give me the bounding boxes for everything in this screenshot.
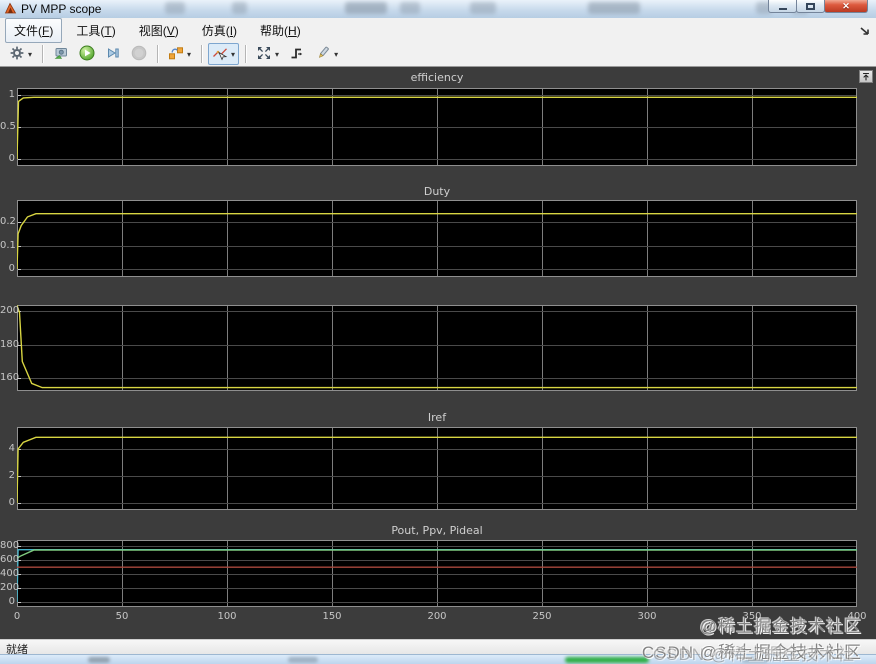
plot-5-ytick-label: 0 [8, 596, 15, 608]
toolbar: ▾ ▾ ▾ ▾ ▾ [0, 42, 876, 67]
plot-canvas-3[interactable] [17, 305, 857, 391]
plot-1-ytick-label: 0.5 [0, 121, 16, 132]
scope-app-icon [4, 2, 17, 15]
stop-button[interactable] [127, 43, 151, 65]
plot-1-ytick-label: 0 [8, 152, 15, 164]
plot-5-ytick-label: 200 [0, 582, 20, 594]
simulink-snapshot-button[interactable] [49, 43, 73, 65]
dock-arrow-icon[interactable] [859, 24, 871, 36]
plot-canvas-1[interactable] [17, 88, 857, 166]
plot-5-xtick-label: 100 [217, 611, 237, 622]
toolbar-separator [157, 45, 159, 63]
maximize-button[interactable] [796, 0, 825, 13]
plot-4-ytick-label: 4 [8, 442, 15, 454]
plot-2-ytick-label: 0.2 [0, 216, 16, 228]
plot-1-ytick-label: 1 [8, 89, 15, 101]
plot-5-xtick-label: 200 [427, 611, 447, 622]
maximize-icon [806, 2, 815, 10]
taskbar-progress-blob [565, 657, 649, 663]
toolbar-separator [42, 45, 44, 63]
step-forward-button[interactable] [101, 43, 125, 65]
close-button[interactable]: ✕ [824, 0, 868, 13]
dropdown-caret-icon: ▾ [231, 49, 236, 59]
snapshot-icon [53, 45, 69, 64]
toolbar-separator [201, 45, 203, 63]
plot-5-xtick-label: 350 [742, 611, 762, 622]
menubar: 文件(F) 工具(T) 视图(V) 仿真(I) 帮助(H) [0, 17, 876, 43]
scope-area: efficiency 0 0.5 1 Duty 0 0.1 0.2 160 180 200 Iref 0… [0, 67, 876, 639]
taskbar-blob [742, 657, 768, 663]
plot-5-xtick-label: 150 [322, 611, 342, 622]
menu-item-help[interactable]: 帮助(H) [251, 18, 310, 43]
dropdown-caret-icon: ▾ [275, 49, 280, 59]
plot-canvas-5[interactable] [17, 540, 857, 607]
background-blur-blob [232, 2, 247, 14]
gear-icon [9, 45, 25, 64]
plot-5-xtick-label: 50 [115, 611, 129, 622]
cursor-icon [212, 45, 228, 64]
close-icon: ✕ [842, 0, 850, 11]
plot-5-xtick-label: 0 [13, 611, 21, 622]
plot-3-ytick-label: 160 [0, 372, 20, 384]
plot-canvas-4[interactable] [17, 427, 857, 510]
pen-icon [315, 45, 331, 64]
menu-item-file[interactable]: 文件(F) [5, 17, 63, 43]
run-button[interactable] [75, 43, 99, 65]
trigger-icon [289, 45, 305, 64]
plot-2-ytick-label: 0 [8, 263, 15, 275]
taskbar-strip[interactable] [0, 654, 876, 664]
stop-icon [131, 45, 147, 64]
dock-scope-button[interactable] [859, 70, 873, 83]
plot-5-xtick-label: 300 [637, 611, 657, 622]
plot-2-title: Duty [423, 185, 451, 198]
dropdown-caret-icon: ▾ [334, 49, 339, 59]
plot-5-xtick-label: 250 [532, 611, 552, 622]
toolbar-separator [245, 45, 247, 63]
plot-3-ytick-label: 200 [0, 304, 20, 316]
plot-5-title: Pout, Ppv, Pideal [391, 524, 483, 537]
step-forward-icon [105, 45, 121, 64]
scope-window: PV MPP scope ✕ 文件(F) 工具(T) 视图(V) 仿真(I) 帮助(H)… [0, 0, 876, 664]
taskbar-blob [288, 657, 318, 663]
plot-5-ytick-label: 800 [0, 540, 20, 552]
taskbar-blob [88, 657, 110, 663]
window-title: PV MPP scope [21, 2, 102, 16]
fit-icon [256, 45, 272, 64]
configuration-properties-button[interactable]: ▾ [5, 43, 36, 65]
stepping-icon [168, 45, 184, 64]
dropdown-caret-icon: ▾ [28, 49, 33, 59]
background-blur-blob [400, 2, 420, 14]
plot-1-title: efficiency [410, 71, 464, 84]
plot-5-ytick-label: 600 [0, 554, 20, 566]
plot-2-ytick-label: 0.1 [0, 239, 16, 251]
highlight-button[interactable]: ▾ [311, 43, 342, 65]
span-x-axis-button[interactable]: ▾ [252, 43, 283, 65]
cursor-measurements-button[interactable]: ▾ [208, 43, 240, 65]
background-blur-blob [588, 2, 640, 14]
plot-canvas-2[interactable] [17, 200, 857, 277]
plot-5-ytick-label: 400 [0, 568, 20, 580]
background-blur-blob [470, 2, 496, 14]
menu-item-tools[interactable]: 工具(T) [67, 18, 124, 43]
minimize-icon [778, 7, 787, 10]
plot-4-ytick-label: 0 [8, 496, 15, 508]
window-controls: ✕ [768, 0, 868, 13]
titlebar: PV MPP scope ✕ [0, 0, 876, 18]
plot-4-title: Iref [427, 411, 447, 424]
simulation-stepping-options-button[interactable]: ▾ [164, 43, 195, 65]
plot-5-xtick-label: 400 [847, 611, 867, 622]
plot-4-ytick-label: 2 [8, 469, 15, 481]
triggers-button[interactable] [285, 43, 309, 65]
run-icon [79, 45, 95, 64]
background-blur-blob [345, 2, 387, 14]
dropdown-caret-icon: ▾ [187, 49, 192, 59]
minimize-button[interactable] [768, 0, 797, 13]
menu-item-simulation[interactable]: 仿真(I) [193, 18, 246, 43]
plot-3-ytick-label: 180 [0, 338, 20, 350]
background-blur-blob [165, 2, 185, 14]
menu-item-view[interactable]: 视图(V) [130, 18, 188, 43]
status-bar: 就绪 [0, 639, 876, 656]
